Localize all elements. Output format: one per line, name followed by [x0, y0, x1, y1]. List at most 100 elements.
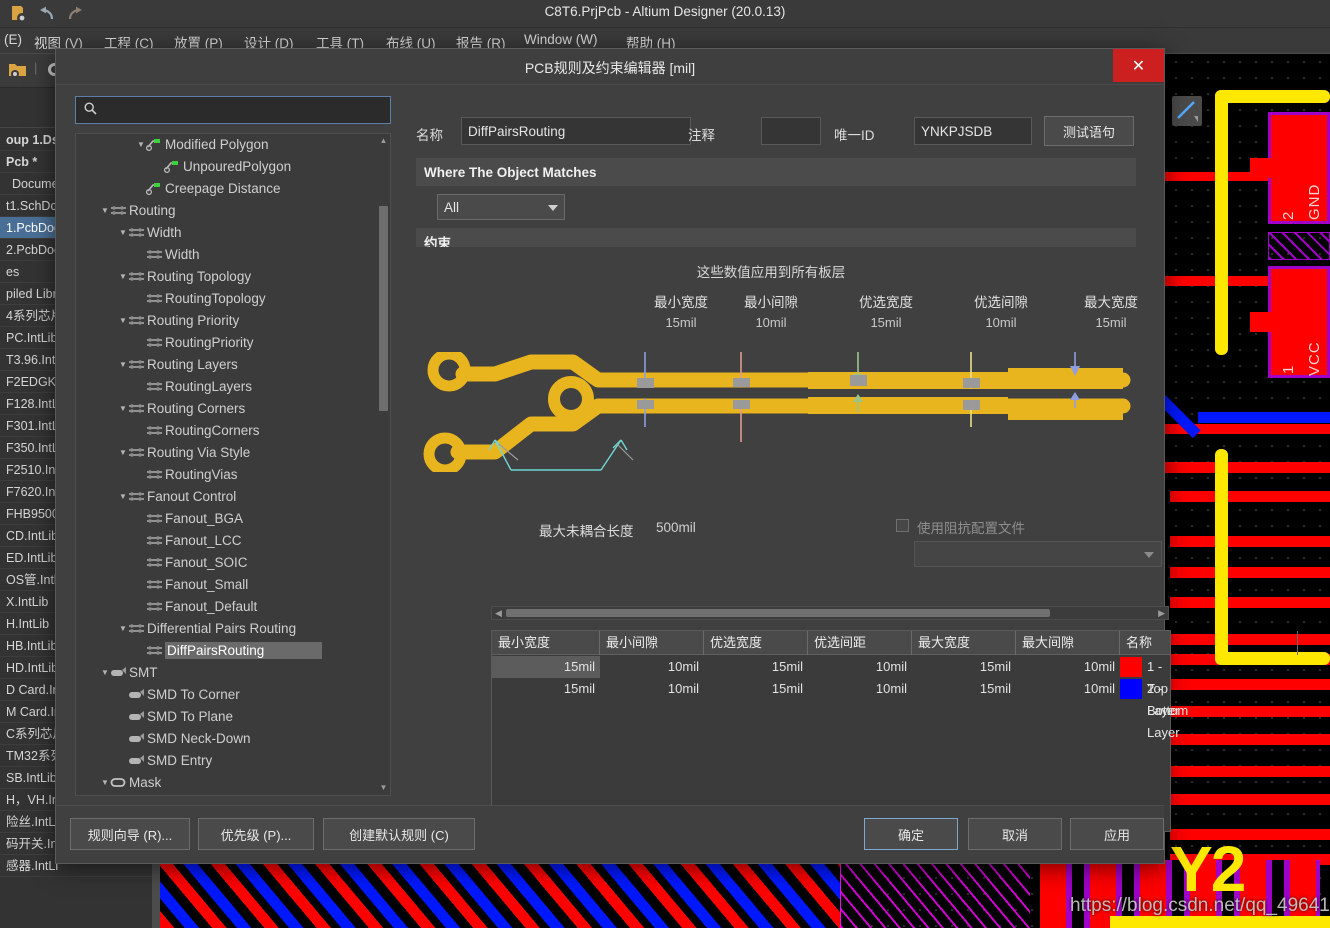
tree-item[interactable]: ▼ Fanout Control: [76, 486, 378, 508]
scroll-left-icon[interactable]: ◀: [495, 608, 502, 619]
scroll-up-icon[interactable]: ▲: [379, 136, 388, 148]
tree-item[interactable]: Creepage Distance: [76, 178, 378, 200]
max-uncoupled-length-value[interactable]: 500mil: [656, 520, 696, 535]
unique-id-input[interactable]: YNKPJSDB: [914, 117, 1032, 145]
chevron-down-icon[interactable]: ▼: [118, 398, 128, 420]
tree-item[interactable]: ▼ Differential Pairs Routing: [76, 618, 378, 640]
rule-name-input[interactable]: DiffPairsRouting: [461, 117, 691, 145]
chevron-down-icon[interactable]: ▼: [100, 662, 110, 684]
tree-scrollbar-thumb[interactable]: [379, 206, 388, 411]
tree-item[interactable]: Width: [76, 244, 378, 266]
table-column-header[interactable]: 最大宽度: [912, 631, 1016, 655]
chevron-down-icon[interactable]: ▼: [100, 772, 110, 794]
table-row[interactable]: 15mil 10mil 15mil 10mil 15mil 10mil 2 - Bottom…: [492, 678, 1188, 740]
table-cell-pref-gap[interactable]: 10mil: [808, 656, 912, 678]
table-cell-pref-width[interactable]: 15mil: [704, 656, 808, 678]
layer-color-swatch[interactable]: [1120, 679, 1142, 699]
table-cell-max-width[interactable]: 15mil: [912, 656, 1016, 678]
rule-tree-panel[interactable]: ▼ Modified Polygon UnpouredPolygon Creepage…: [75, 133, 391, 796]
tree-item[interactable]: ▼ Routing: [76, 200, 378, 222]
chevron-down-icon[interactable]: ▼: [100, 200, 110, 222]
tree-item[interactable]: UnpouredPolygon: [76, 156, 378, 178]
tree-item[interactable]: ▼ Routing Topology: [76, 266, 378, 288]
chevron-down-icon[interactable]: ▼: [118, 310, 128, 332]
table-cell-layer-name[interactable]: 2 - Bottom Layer: [1142, 678, 1188, 740]
table-cell-max-gap[interactable]: 10mil: [1016, 656, 1120, 678]
chevron-down-icon[interactable]: ▼: [118, 486, 128, 508]
tree-item[interactable]: RoutingPriority: [76, 332, 378, 354]
layer-constraints-table[interactable]: 最小宽度 最小间隙 优选宽度 优选间距 最大宽度 最大间隙 名称 15mil 10mil 15m…: [491, 630, 1298, 832]
table-column-header[interactable]: 最小间隙: [600, 631, 704, 655]
constraint-col-value[interactable]: 10mil: [957, 315, 1045, 330]
tree-item[interactable]: SMD Entry: [76, 750, 378, 772]
folder-settings-icon[interactable]: [8, 61, 28, 82]
table-cell-pref-gap[interactable]: 10mil: [808, 678, 912, 700]
table-column-header[interactable]: 名称: [1120, 631, 1298, 655]
create-default-rules-button[interactable]: 创建默认规则 (C): [323, 818, 475, 850]
table-horizontal-scrollbar[interactable]: ◀ ▶: [491, 606, 1169, 620]
rule-tree[interactable]: ▼ Modified Polygon UnpouredPolygon Creepage…: [76, 134, 378, 794]
tree-item[interactable]: DiffPairsRouting: [76, 640, 378, 662]
apply-button[interactable]: 应用: [1070, 818, 1164, 850]
constraint-col-value[interactable]: 10mil: [727, 315, 815, 330]
table-cell-max-width[interactable]: 15mil: [912, 678, 1016, 700]
constraint-col-value[interactable]: 15mil: [1067, 315, 1155, 330]
table-column-header[interactable]: 最大间隙: [1016, 631, 1120, 655]
tree-item[interactable]: Fanout_BGA: [76, 508, 378, 530]
table-cell-pref-width[interactable]: 15mil: [704, 678, 808, 700]
tree-item[interactable]: Fanout_SOIC: [76, 552, 378, 574]
tree-item[interactable]: RoutingCorners: [76, 420, 378, 442]
tree-item[interactable]: ▼ Routing Priority: [76, 310, 378, 332]
chevron-down-icon[interactable]: ▼: [118, 222, 128, 244]
use-impedance-profile-checkbox[interactable]: [896, 519, 909, 532]
hscrollbar-thumb[interactable]: [506, 609, 1050, 617]
chevron-down-icon[interactable]: ▼: [118, 266, 128, 288]
chevron-down-icon[interactable]: ▼: [136, 134, 146, 156]
table-cell-min-gap[interactable]: 10mil: [600, 678, 704, 700]
tree-item[interactable]: RoutingVias: [76, 464, 378, 486]
table-cell-min-gap[interactable]: 10mil: [600, 656, 704, 678]
table-column-header[interactable]: 优选间距: [808, 631, 912, 655]
tree-item[interactable]: Fanout_Small: [76, 574, 378, 596]
tree-item[interactable]: ▼ Routing Corners: [76, 398, 378, 420]
tree-item[interactable]: ▼ Routing Layers: [76, 354, 378, 376]
scroll-right-icon[interactable]: ▶: [1158, 608, 1165, 619]
table-cell-layer-name[interactable]: 1 - Top Layer: [1142, 656, 1180, 718]
tree-item[interactable]: ▼ Width: [76, 222, 378, 244]
tree-item[interactable]: ▼ Routing Via Style: [76, 442, 378, 464]
search-input[interactable]: [103, 97, 390, 123]
rule-comment-input[interactable]: [761, 117, 821, 145]
tree-item[interactable]: SMD To Corner: [76, 684, 378, 706]
tree-scrollbar[interactable]: ▲ ▼: [379, 136, 388, 795]
cancel-button[interactable]: 取消: [968, 818, 1062, 850]
table-cell-min-width[interactable]: 15mil: [492, 656, 600, 678]
table-column-header[interactable]: 最小宽度: [492, 631, 600, 655]
chevron-down-icon[interactable]: ▼: [118, 442, 128, 464]
table-row[interactable]: 15mil 10mil 15mil 10mil 15mil 10mil 1 - Top La…: [492, 656, 1180, 718]
scroll-down-icon[interactable]: ▼: [379, 783, 388, 795]
tree-item[interactable]: SMD To Plane: [76, 706, 378, 728]
pcb-layer-widget[interactable]: [1172, 96, 1202, 126]
rule-search-box[interactable]: [75, 96, 391, 124]
chevron-down-icon[interactable]: ▼: [118, 354, 128, 376]
rule-wizard-button[interactable]: 规则向导 (R)...: [70, 818, 190, 850]
priorities-button[interactable]: 优先级 (P)...: [198, 818, 314, 850]
close-icon[interactable]: ✕: [1113, 49, 1164, 82]
test-query-button[interactable]: 测试语句: [1044, 116, 1134, 146]
table-cell-min-width[interactable]: 15mil: [492, 678, 600, 700]
ok-button[interactable]: 确定: [864, 818, 958, 850]
table-cell-max-gap[interactable]: 10mil: [1016, 678, 1120, 700]
tree-item[interactable]: ▼ Mask: [76, 772, 378, 794]
tree-item[interactable]: SMD Neck-Down: [76, 728, 378, 750]
layer-color-swatch[interactable]: [1120, 657, 1142, 677]
constraint-col-value[interactable]: 15mil: [637, 315, 725, 330]
menu-item-8[interactable]: Window (W): [524, 32, 598, 47]
tree-item[interactable]: Fanout_LCC: [76, 530, 378, 552]
tree-item[interactable]: RoutingTopology: [76, 288, 378, 310]
tree-item[interactable]: Fanout_Default: [76, 596, 378, 618]
table-column-header[interactable]: 优选宽度: [704, 631, 808, 655]
tree-item[interactable]: ▼ Modified Polygon: [76, 134, 378, 156]
menu-item-0[interactable]: (E): [4, 32, 22, 47]
constraint-col-value[interactable]: 15mil: [842, 315, 930, 330]
tree-item[interactable]: ▼ SMT: [76, 662, 378, 684]
